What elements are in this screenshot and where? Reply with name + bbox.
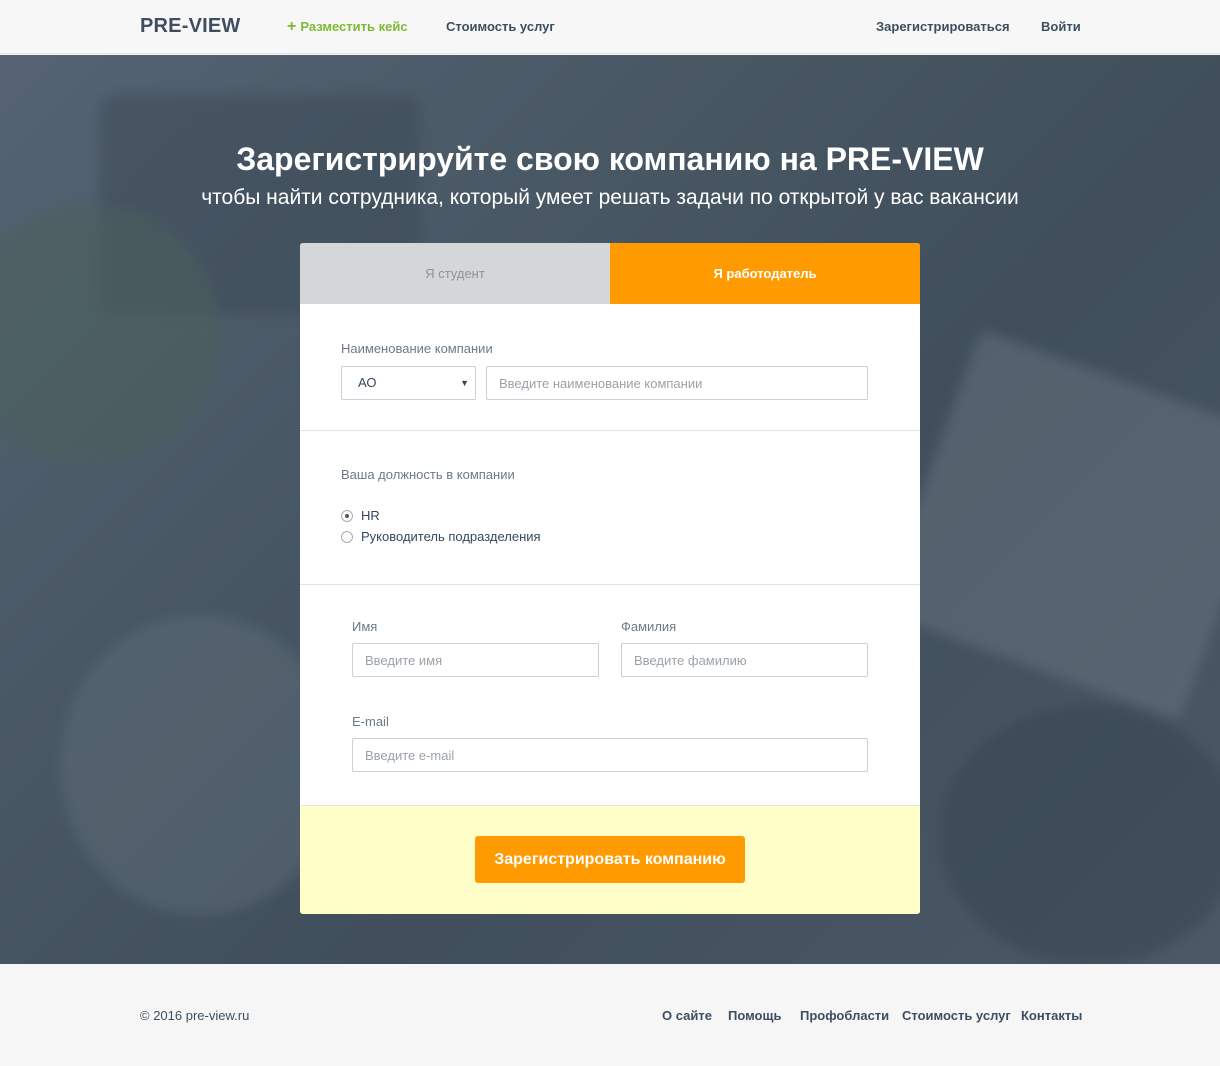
registration-card: Я студент Я работодатель Наименование ко…	[300, 243, 920, 914]
email-input[interactable]	[352, 738, 868, 772]
first-name-label: Имя	[352, 619, 378, 634]
site-logo[interactable]: PRE-VIEW	[140, 15, 241, 38]
first-name-input[interactable]	[352, 643, 599, 677]
register-link[interactable]: Зарегистрироваться	[876, 19, 1010, 34]
radio-button[interactable]	[341, 531, 353, 543]
email-label: E-mail	[352, 714, 389, 729]
pricing-link[interactable]: Стоимость услуг	[446, 19, 555, 34]
company-name-label: Наименование компании	[341, 341, 493, 356]
footer-link-about[interactable]: О сайте	[662, 1008, 712, 1023]
copyright: © 2016 pre-view.ru	[140, 1008, 250, 1023]
footer-link-areas[interactable]: Профобласти	[800, 1008, 889, 1023]
person-section: Имя Фамилия E-mail	[300, 585, 920, 806]
company-type-value: АО	[358, 375, 377, 390]
login-link[interactable]: Войти	[1041, 19, 1081, 34]
position-label: Ваша должность в компании	[341, 467, 515, 482]
company-type-select[interactable]: АО ▼	[341, 366, 476, 400]
hero-section: Зарегистрируйте свою компанию на PRE-VIE…	[0, 55, 1220, 964]
page-subtitle: чтобы найти сотрудника, который умеет ре…	[201, 186, 1019, 209]
site-footer: © 2016 pre-view.ru О сайте Помощь Профоб…	[0, 964, 1220, 1066]
last-name-label: Фамилия	[621, 619, 677, 634]
footer-link-pricing[interactable]: Стоимость услуг	[902, 1008, 1011, 1023]
tab-employer[interactable]: Я работодатель	[610, 243, 920, 304]
role-tabs: Я студент Я работодатель	[300, 243, 920, 304]
company-name-input[interactable]	[486, 366, 868, 400]
position-option-label: HR	[361, 508, 380, 523]
footer-link-contacts[interactable]: Контакты	[1021, 1008, 1082, 1023]
footer-link-help[interactable]: Помощь	[728, 1008, 781, 1023]
plus-icon: +	[287, 18, 297, 35]
register-company-button[interactable]: Зарегистрировать компанию	[475, 836, 745, 883]
company-section: Наименование компании АО ▼	[300, 304, 920, 431]
position-section: Ваша должность в компании HR Руководител…	[300, 431, 920, 585]
site-header: PRE-VIEW + Разместить кейс Стоимость услу…	[0, 0, 1220, 54]
submit-band: Зарегистрировать компанию	[300, 806, 920, 914]
post-case-label: Разместить кейс	[300, 19, 408, 34]
tab-student[interactable]: Я студент	[300, 243, 610, 304]
post-case-link[interactable]: + Разместить кейс	[287, 18, 408, 35]
radio-button-checked[interactable]	[341, 510, 353, 522]
page-title: Зарегистрируйте свою компанию на PRE-VIE…	[236, 141, 984, 177]
caret-down-icon: ▼	[460, 378, 469, 388]
last-name-input[interactable]	[621, 643, 868, 677]
position-option-label: Руководитель подразделения	[361, 529, 541, 544]
